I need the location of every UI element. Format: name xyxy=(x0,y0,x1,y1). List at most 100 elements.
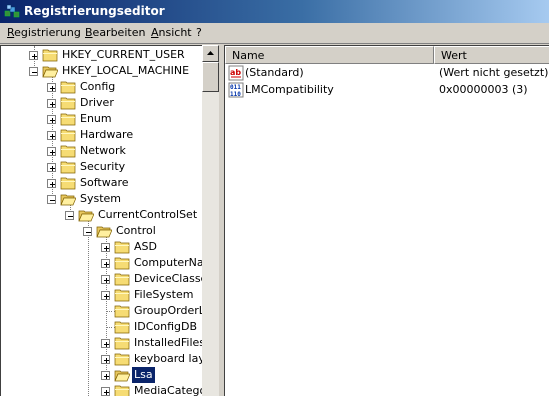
folder-icon xyxy=(60,129,76,142)
svg-text:011: 011 xyxy=(230,84,241,91)
scroll-up-button[interactable] xyxy=(202,45,219,62)
tree-expander[interactable] xyxy=(47,179,56,188)
tree-vertical-scrollbar[interactable] xyxy=(202,45,219,396)
tree-node[interactable]: Network xyxy=(1,143,201,159)
tree-expander[interactable] xyxy=(47,195,56,204)
tree-expander[interactable] xyxy=(101,355,110,364)
tree-expander[interactable] xyxy=(101,371,110,380)
menu-bearbeiten[interactable]: Bearbeiten xyxy=(85,26,145,40)
tree-node-label[interactable]: DeviceClasse xyxy=(132,271,209,287)
tree-node[interactable]: Software xyxy=(1,175,201,191)
tree-node[interactable]: ComputerNar xyxy=(1,255,208,271)
menu-help[interactable]: ? xyxy=(196,26,202,40)
tree-expander[interactable] xyxy=(101,339,110,348)
scroll-thumb[interactable] xyxy=(202,62,219,92)
tree-expander[interactable] xyxy=(47,131,56,140)
tree-node-label[interactable]: Control xyxy=(114,223,158,239)
expand-icon xyxy=(32,54,37,59)
tree-expander[interactable] xyxy=(101,259,110,268)
tree-node[interactable]: Hardware xyxy=(1,127,201,143)
string-value-icon: ab xyxy=(228,65,244,81)
tree-node-label[interactable]: MediaCatego xyxy=(132,383,208,396)
tree-node[interactable]: keyboard lay xyxy=(1,351,205,367)
tree-folder xyxy=(114,335,130,351)
tree-node-label[interactable]: Config xyxy=(78,79,117,95)
tree-expander[interactable] xyxy=(101,291,110,300)
tree-node-label[interactable]: Driver xyxy=(78,95,116,111)
svg-text:ab: ab xyxy=(230,68,241,77)
tree-node-label[interactable]: CurrentControlSet xyxy=(96,207,199,223)
tree-node[interactable]: DeviceClasse xyxy=(1,271,207,287)
list-item[interactable]: ab (Standard) (Wert nicht gesetzt) xyxy=(225,65,549,81)
tree-node[interactable]: Lsa xyxy=(1,366,201,384)
folder-open-icon xyxy=(96,226,112,238)
tree-node-label[interactable]: FileSystem xyxy=(132,287,195,303)
expand-icon xyxy=(104,390,109,395)
tree-folder xyxy=(96,223,112,239)
tree-expander[interactable] xyxy=(47,115,56,124)
registry-values-list[interactable]: Name Wert ab (Standard) (Wert nicht gese… xyxy=(224,45,549,396)
tree-node[interactable]: MediaCatego xyxy=(1,383,206,396)
tree-node-label[interactable]: ASD xyxy=(132,239,159,255)
menu-registrierung[interactable]: Registrierung xyxy=(7,26,81,40)
tree-node-label[interactable]: Network xyxy=(78,143,128,159)
tree-node-label[interactable]: InstalledFiles xyxy=(132,335,207,351)
tree-expander[interactable] xyxy=(47,83,56,92)
tree-expander[interactable] xyxy=(47,147,56,156)
tree-expander[interactable] xyxy=(101,243,110,252)
tree-expander[interactable] xyxy=(47,99,56,108)
tree-node[interactable]: ASD xyxy=(1,239,201,255)
tree-node-label[interactable]: keyboard lay xyxy=(132,351,207,367)
tree-folder xyxy=(60,127,76,143)
tree-expander[interactable] xyxy=(101,275,110,284)
tree-node-label[interactable]: Software xyxy=(78,175,131,191)
value-name: (Standard) xyxy=(245,66,304,79)
tree-node-label[interactable]: System xyxy=(78,191,123,207)
tree-expander[interactable] xyxy=(83,227,92,236)
tree-node[interactable]: CurrentControlSet xyxy=(1,207,201,223)
expand-icon xyxy=(104,374,109,379)
tree-node-label[interactable]: Hardware xyxy=(78,127,135,143)
column-header-name[interactable]: Name xyxy=(225,46,434,64)
list-item[interactable]: 011 110 LMCompatibility 0x00000003 (3) xyxy=(225,82,549,98)
tree-node-label[interactable]: GroupOrderL xyxy=(132,303,207,319)
tree-node-label[interactable]: Enum xyxy=(78,111,114,127)
column-header-value[interactable]: Wert xyxy=(434,46,549,64)
tree-node[interactable]: Enum xyxy=(1,111,201,127)
tree-node[interactable]: Control xyxy=(1,223,201,239)
tree-folder xyxy=(78,207,94,223)
tree-node[interactable]: Driver xyxy=(1,95,201,111)
tree-node[interactable]: GroupOrderL xyxy=(1,303,205,319)
tree-folder xyxy=(42,47,58,63)
tree-node[interactable]: HKEY_CURRENT_USER xyxy=(1,47,201,63)
expand-icon xyxy=(104,294,109,299)
tree-node-label[interactable]: Lsa xyxy=(131,366,156,384)
tree-node-label[interactable]: HKEY_LOCAL_MACHINE xyxy=(60,63,191,79)
expand-icon xyxy=(50,86,55,91)
tree-folder xyxy=(60,79,76,95)
tree-node-label[interactable]: IDConfigDB xyxy=(132,319,199,335)
window-title: Registrierungseditor xyxy=(24,4,165,18)
tree-node[interactable]: HKEY_LOCAL_MACHINE xyxy=(1,63,201,79)
tree-node[interactable]: Config xyxy=(1,79,201,95)
expand-icon xyxy=(104,342,109,347)
tree-expander[interactable] xyxy=(29,51,38,60)
registry-key-tree[interactable]: HKEY_CURRENT_USER HKEY_LOCAL_MACHINE Confi… xyxy=(0,45,219,396)
tree-expander[interactable] xyxy=(47,163,56,172)
tree-node[interactable]: IDConfigDB xyxy=(1,319,201,335)
expand-icon xyxy=(50,102,55,107)
tree-node-label[interactable]: Security xyxy=(78,159,127,175)
collapse-icon xyxy=(50,200,55,201)
tree-expander[interactable] xyxy=(65,211,74,220)
tree-node[interactable]: System xyxy=(1,191,201,207)
window-title-bar[interactable]: Registrierungseditor xyxy=(0,0,549,23)
tree-expander[interactable] xyxy=(29,67,38,76)
tree-node-label[interactable]: HKEY_CURRENT_USER xyxy=(60,47,187,63)
tree-node[interactable]: InstalledFiles xyxy=(1,335,205,351)
folder-icon xyxy=(114,305,130,318)
tree-node-label[interactable]: ComputerNar xyxy=(132,255,210,271)
tree-node[interactable]: Security xyxy=(1,159,201,175)
menu-ansicht[interactable]: Ansicht xyxy=(151,26,192,40)
tree-expander[interactable] xyxy=(101,387,110,396)
tree-node[interactable]: FileSystem xyxy=(1,287,201,303)
